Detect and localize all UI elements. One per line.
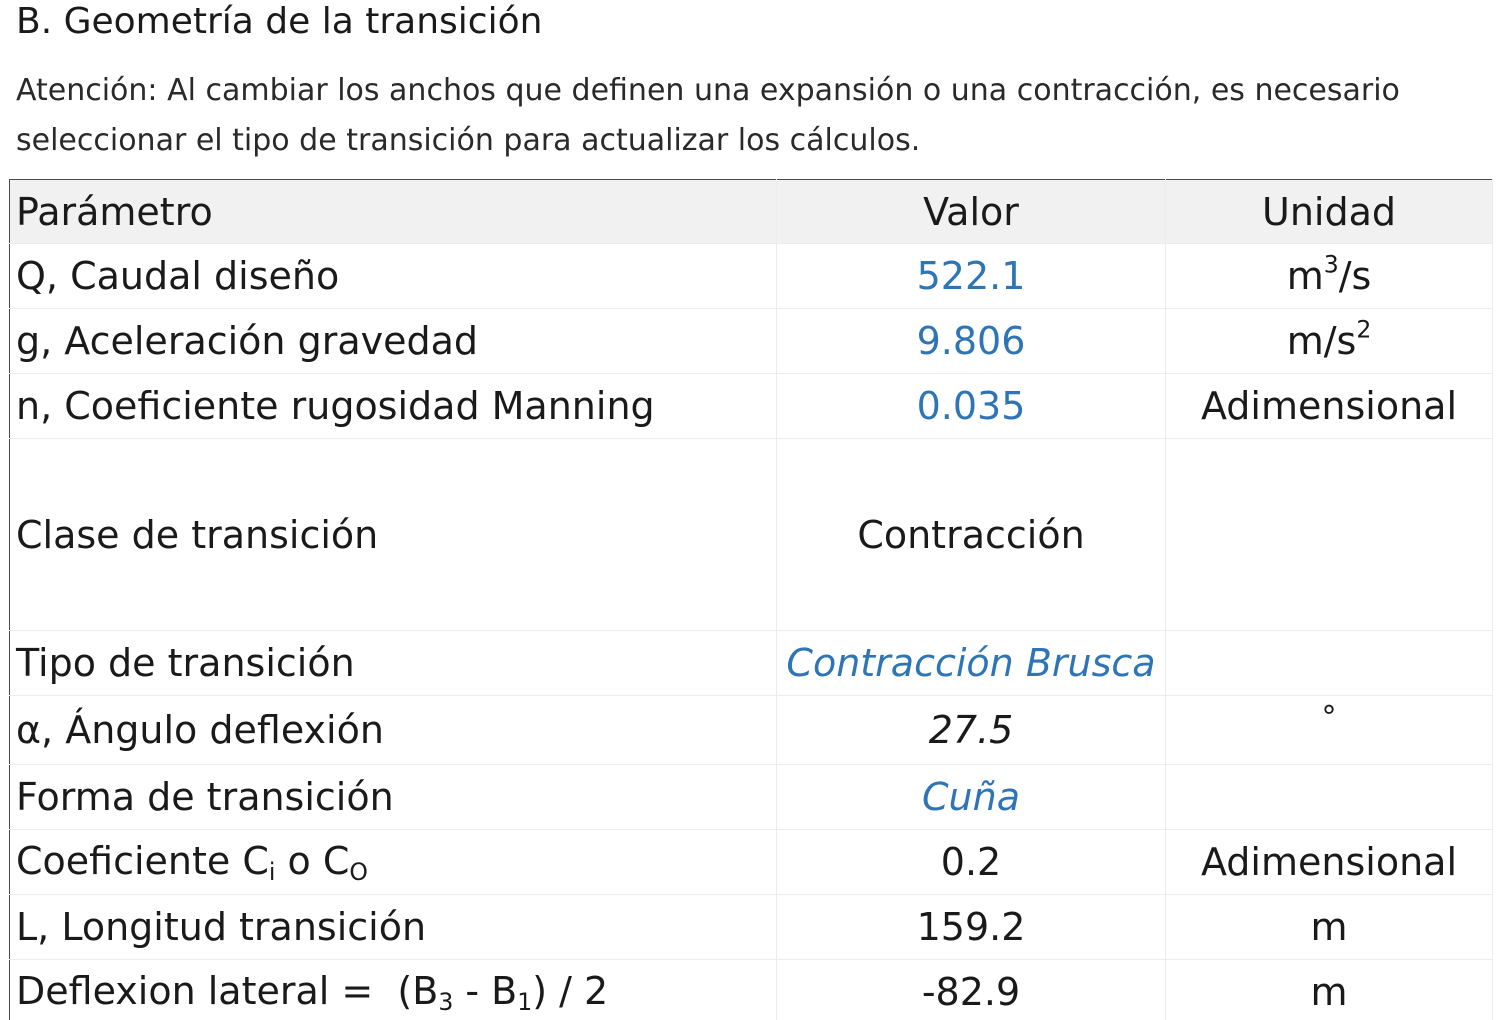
- unit-gravedad-exp: 2: [1356, 315, 1372, 344]
- table-row-coeficiente: Coeficiente Ci o CO 0.2 Adimensional: [9, 829, 1493, 895]
- table-row-manning: n, Coeficiente rugosidad Manning 0.035 A…: [9, 373, 1493, 439]
- value-gravedad[interactable]: 9.806: [776, 308, 1166, 374]
- unit-caudal: m3/s: [1165, 243, 1493, 309]
- unit-tipo: [1165, 630, 1493, 696]
- unit-forma: [1165, 764, 1493, 830]
- param-caudal: Q, Caudal diseño: [9, 243, 777, 309]
- param-deflexion-sub-3: 3: [438, 987, 454, 1016]
- table-header-row: Parámetro Valor Unidad: [9, 179, 1493, 244]
- table-row-gravedad: g, Aceleración gravedad 9.806 m/s2: [9, 308, 1493, 374]
- param-longitud: L, Longitud transición: [9, 894, 777, 960]
- unit-deflexion: m: [1165, 959, 1493, 1020]
- unit-caudal-exp: 3: [1323, 250, 1339, 279]
- param-clase: Clase de transición: [9, 438, 777, 631]
- table-row-forma: Forma de transición Cuña: [9, 764, 1493, 830]
- unit-coeficiente: Adimensional: [1165, 829, 1493, 895]
- table-row-angulo: α, Ángulo deflexión 27.5 °: [9, 695, 1493, 765]
- unit-caudal-base: m: [1286, 254, 1324, 298]
- value-angulo: 27.5: [776, 695, 1166, 765]
- attention-note: Atención: Al cambiar los anchos que defi…: [16, 73, 1400, 158]
- section-title: B. Geometría de la transición: [16, 1, 543, 42]
- unit-manning: Adimensional: [1165, 373, 1493, 439]
- value-deflexion: -82.9: [776, 959, 1166, 1020]
- value-manning[interactable]: 0.035: [776, 373, 1166, 439]
- value-clase: Contracción: [776, 438, 1166, 631]
- unit-gravedad: m/s2: [1165, 308, 1493, 374]
- value-longitud: 159.2: [776, 894, 1166, 960]
- param-coeficiente: Coeficiente Ci o CO: [9, 829, 777, 895]
- param-manning: n, Coeficiente rugosidad Manning: [9, 373, 777, 439]
- param-coeficiente-mid: o C: [275, 838, 350, 883]
- param-deflexion-pre: Deflexion lateral = (B: [16, 968, 439, 1013]
- header-valor: Valor: [776, 179, 1166, 244]
- param-coeficiente-sub-o: O: [349, 857, 368, 886]
- param-coeficiente-pre: Coeficiente C: [16, 838, 269, 883]
- value-coeficiente: 0.2: [776, 829, 1166, 895]
- parameters-table: Parámetro Valor Unidad Q, Caudal diseño …: [9, 179, 1493, 1020]
- value-tipo-dropdown[interactable]: Contracción Brusca: [776, 630, 1166, 696]
- param-deflexion-sub-1: 1: [517, 987, 533, 1016]
- param-tipo: Tipo de transición: [9, 630, 777, 696]
- param-deflexion-tail: ) / 2: [532, 968, 609, 1013]
- param-angulo: α, Ángulo deflexión: [9, 695, 777, 765]
- header-parametro: Parámetro: [9, 179, 777, 244]
- table-row-longitud: L, Longitud transición 159.2 m: [9, 894, 1493, 960]
- value-caudal[interactable]: 522.1: [776, 243, 1166, 309]
- param-deflexion: Deflexion lateral = (B3 - B1) / 2: [9, 959, 777, 1020]
- param-gravedad: g, Aceleración gravedad: [9, 308, 777, 374]
- unit-clase: [1165, 438, 1493, 631]
- param-deflexion-mid: - B: [453, 968, 518, 1013]
- table-row-deflexion: Deflexion lateral = (B3 - B1) / 2 -82.9 …: [9, 959, 1493, 1020]
- unit-longitud: m: [1165, 894, 1493, 960]
- header-unidad: Unidad: [1165, 179, 1493, 244]
- param-forma: Forma de transición: [9, 764, 777, 830]
- unit-caudal-tail: /s: [1338, 254, 1372, 298]
- unit-angulo: °: [1165, 695, 1493, 765]
- unit-gravedad-base: m/s: [1286, 319, 1357, 363]
- table-row-caudal: Q, Caudal diseño 522.1 m3/s: [9, 243, 1493, 309]
- table-row-clase: Clase de transición Contracción: [9, 438, 1493, 631]
- value-forma-dropdown[interactable]: Cuña: [776, 764, 1166, 830]
- table-row-tipo: Tipo de transición Contracción Brusca: [9, 630, 1493, 696]
